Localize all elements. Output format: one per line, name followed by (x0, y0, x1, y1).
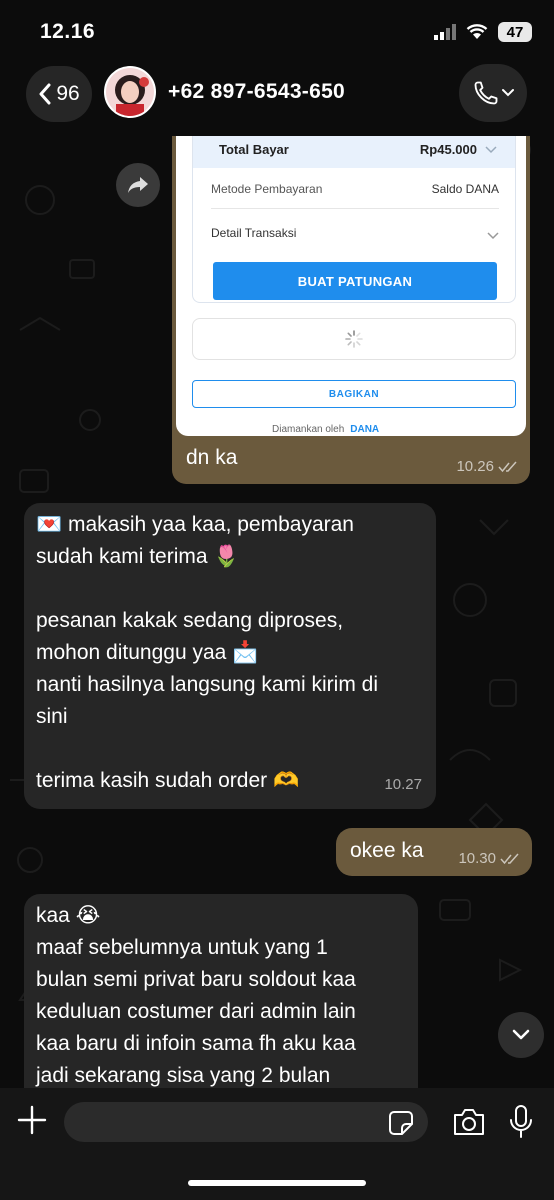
total-label: Total Bayar (219, 142, 289, 157)
message-line: 💌 makasih yaa kaa, pembayaran (36, 513, 354, 536)
message-line: sini (36, 705, 68, 728)
outgoing-message[interactable]: okee ka 10.30 (336, 828, 532, 876)
chevron-down-icon (512, 1029, 530, 1040)
chevron-down-icon (502, 89, 514, 97)
message-meta: 10.30 (458, 850, 520, 867)
message-time: 10.27 (384, 776, 422, 793)
chevron-down-icon (485, 146, 497, 154)
secured-label: Diamankan oleh (272, 424, 345, 435)
payment-summary: Total Bayar Rp45.000 Metode Pembayaran S… (192, 136, 516, 303)
double-check-icon (498, 461, 517, 472)
status-icons: 47 (434, 20, 532, 44)
forward-arrow-icon (128, 177, 148, 193)
message-body: 💌 makasih yaa kaa, pembayaran sudah kami… (36, 509, 378, 797)
message-line: nanti hasilnya langsung kami kirim di (36, 673, 378, 696)
message-line: mohon ditunggu yaa 📩 (36, 641, 259, 664)
plus-icon[interactable] (16, 1104, 48, 1136)
wifi-icon (466, 24, 488, 39)
clock: 12.16 (40, 20, 96, 43)
sticker-icon[interactable] (388, 1110, 414, 1136)
camera-icon[interactable] (452, 1106, 486, 1138)
scroll-to-bottom-button[interactable] (498, 1012, 544, 1058)
secured-brand: DANA (350, 424, 380, 435)
message-line: maaf sebelumnya untuk yang 1 (36, 936, 328, 959)
secured-by: Diamankan oleh DANA (272, 424, 379, 435)
incoming-message[interactable]: kaa 😭 maaf sebelumnya untuk yang 1 bulan… (24, 894, 418, 1104)
create-patungan-button[interactable]: BUAT PATUNGAN (213, 262, 497, 300)
message-line: kaa baru di infoin sama fh aku kaa (36, 1032, 356, 1055)
battery-indicator: 47 (498, 22, 532, 42)
incoming-message[interactable]: 💌 makasih yaa kaa, pembayaran sudah kami… (24, 503, 436, 809)
message-line: bulan semi privat baru soldout kaa (36, 968, 356, 991)
message-text: dn ka (186, 446, 238, 469)
payment-screenshot[interactable]: Total Bayar Rp45.000 Metode Pembayaran S… (176, 136, 526, 436)
message-meta: 10.26 (456, 458, 518, 475)
message-line: sudah kami terima 🌷 (36, 545, 240, 568)
home-indicator (188, 1180, 366, 1186)
double-check-icon (500, 853, 519, 864)
forward-button[interactable] (116, 163, 160, 207)
message-time: 10.26 (456, 458, 494, 475)
chevron-down-icon (487, 232, 499, 240)
method-value: Saldo DANA (431, 182, 499, 196)
back-button[interactable]: 96 (26, 66, 92, 122)
call-button[interactable] (459, 64, 527, 122)
method-label: Metode Pembayaran (211, 182, 323, 196)
spinner-icon (345, 330, 363, 348)
message-line: keduluan costumer dari admin lain (36, 1000, 356, 1023)
message-time: 10.30 (458, 850, 496, 867)
chat-header: 96 +62 897-6543-650 (0, 62, 554, 136)
avatar[interactable] (104, 66, 156, 118)
divider (211, 208, 499, 209)
total-value: Rp45.000 (419, 142, 477, 157)
message-line: terima kasih sudah order 🫶 (36, 769, 300, 792)
chevron-left-icon (39, 83, 51, 105)
phone-icon (474, 81, 498, 105)
image-message[interactable]: Total Bayar Rp45.000 Metode Pembayaran S… (172, 136, 530, 484)
message-line: kaa 😭 (36, 904, 101, 927)
contact-name[interactable]: +62 897-6543-650 (168, 80, 345, 104)
unread-count: 96 (56, 82, 80, 105)
status-bar: 12.16 47 (0, 0, 554, 62)
detail-label: Detail Transaksi (211, 226, 297, 240)
loading-box (192, 318, 516, 360)
message-line: pesanan kakak sedang diproses, (36, 609, 344, 632)
message-text: okee ka (350, 839, 424, 862)
avatar-image (106, 68, 154, 116)
share-button[interactable]: BAGIKAN (192, 380, 516, 408)
microphone-icon[interactable] (508, 1104, 534, 1140)
total-row: Total Bayar Rp45.000 (193, 136, 515, 168)
message-body: kaa 😭 maaf sebelumnya untuk yang 1 bulan… (36, 900, 356, 1092)
cellular-signal-icon (434, 24, 456, 40)
message-input[interactable] (64, 1102, 428, 1142)
